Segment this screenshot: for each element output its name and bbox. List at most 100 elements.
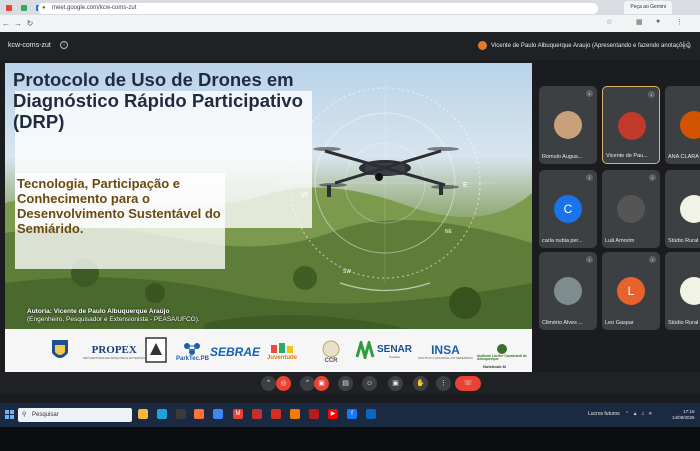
participant-name: Climério Alves ... xyxy=(542,320,583,326)
more-options-icon[interactable]: ⋮ xyxy=(436,376,451,391)
avatar xyxy=(680,111,700,139)
mic-muted-icon: • xyxy=(586,174,593,181)
juventude-mark-icon xyxy=(271,343,293,353)
extensions-icon[interactable]: ▦ xyxy=(636,18,643,26)
presenter-text: Vicente de Paulo Albuquerque Araujo (Apr… xyxy=(491,42,691,49)
notebook-brand-label: Notebook M xyxy=(483,364,506,369)
participant-tile[interactable]: • Romulo Augus... xyxy=(539,86,597,164)
participant-name: Luã Amorim xyxy=(605,238,635,244)
hud-label-e: E xyxy=(463,182,468,189)
participant-name: ANA CLARA xyxy=(668,154,699,160)
search-placeholder: Pesquisar xyxy=(32,412,59,418)
juventude-logo: Juventude xyxy=(267,335,297,369)
senar-logo: SENAR Paraíba xyxy=(377,344,413,360)
participant-tile[interactable]: L • Leo Gaspar xyxy=(602,252,660,330)
tab-active[interactable]: Peça ao Gemini xyxy=(624,1,672,14)
captions-icon[interactable]: ▤ xyxy=(338,376,353,391)
screen: NNcInsNuHaCo(45Yo(45Pe(45CliTel(1)EA Peç… xyxy=(0,0,700,451)
back-icon[interactable]: ← xyxy=(0,19,12,28)
author-role: (Engenheiro, Pesquisador e Extensionista… xyxy=(27,316,200,323)
drone-icon xyxy=(313,147,459,197)
presenter-avatar xyxy=(478,41,487,50)
profile-icon[interactable]: ● xyxy=(656,18,660,25)
presenter-indicator: Vicente de Paulo Albuquerque Araujo (Apr… xyxy=(478,41,691,50)
camera-off-icon[interactable]: ▣ xyxy=(314,376,329,391)
weather-widget[interactable]: Lucros futuros xyxy=(588,411,620,417)
participant-name: Leo Gaspar xyxy=(605,320,634,326)
app-red-icon[interactable] xyxy=(252,409,262,419)
gmail-icon[interactable]: M xyxy=(233,409,243,419)
facebook-icon[interactable]: f xyxy=(347,409,357,419)
firefox-icon[interactable] xyxy=(194,409,204,419)
present-icon[interactable]: ▣ xyxy=(388,376,403,391)
taskbar-search-input[interactable]: ⚲ Pesquisar xyxy=(18,408,132,422)
participant-tile[interactable]: • Luã Amorim xyxy=(602,170,660,248)
bookmark-star-icon[interactable]: ☆ xyxy=(606,18,612,26)
taskbar-clock[interactable]: 17:16 14/09/2025 xyxy=(672,409,695,421)
participant-name: Vicente de Pau... xyxy=(606,153,648,159)
reload-icon[interactable]: ↻ xyxy=(24,19,36,28)
raise-hand-icon[interactable]: ✋ xyxy=(413,376,428,391)
end-call-icon[interactable]: ☏ xyxy=(455,376,481,391)
sebrae-logo: SEBRAE xyxy=(210,345,261,359)
institute-mark-icon xyxy=(497,343,507,354)
seal-logo-icon xyxy=(145,337,167,363)
chrome-icon[interactable] xyxy=(213,409,223,419)
ccr-logo: CCR xyxy=(322,335,340,369)
browser-tab[interactable] xyxy=(19,2,33,13)
mic-options-icon[interactable]: ⌃ xyxy=(261,376,276,391)
clock-date: 14/09/2025 xyxy=(672,415,695,420)
app-orange-icon[interactable] xyxy=(290,409,300,419)
avatar-initial: C xyxy=(563,202,573,216)
participant-tile[interactable]: • Vicente de Pau... xyxy=(602,86,660,164)
meet-control-bar: ⌃ ◎ ⌃ ▣ ▤ ☺ ▣ ✋ ⋮ ☏ xyxy=(0,372,700,394)
avatar xyxy=(618,112,646,140)
site-info-icon[interactable]: ● xyxy=(42,3,46,14)
presentation-slide: W E SW NE Protocolo de Uso de Drones em … xyxy=(5,63,532,375)
author-name: Autoria: Vicente de Paulo Albuquerque Ar… xyxy=(27,308,170,315)
app-media-icon[interactable] xyxy=(309,409,319,419)
propex-logo: PROPEX PRÓ-REITORIA DE PESQUISA E EXTENS… xyxy=(83,343,146,360)
mic-muted-icon: • xyxy=(586,90,593,97)
camera-options-icon[interactable]: ⌃ xyxy=(300,376,315,391)
windows-start-icon[interactable] xyxy=(5,410,14,419)
hud-label-sw: SW xyxy=(343,269,351,275)
fullscreen-icon[interactable]: ⛶ xyxy=(683,40,689,51)
store-icon[interactable] xyxy=(176,409,186,419)
menu-icon[interactable]: ⋮ xyxy=(676,18,683,26)
forward-icon[interactable]: → xyxy=(12,19,24,28)
mic-off-icon[interactable]: ◎ xyxy=(276,376,291,391)
participant-name: Stúdio Rural xyxy=(668,320,699,326)
slide-title: Protocolo de Uso de Drones em Diagnóstic… xyxy=(13,69,303,132)
browser-tab[interactable] xyxy=(4,2,18,13)
parktec-mark-icon xyxy=(184,343,201,355)
edge-icon[interactable] xyxy=(157,409,167,419)
sponsor-logo-strip: PROPEX PRÓ-REITORIA DE PESQUISA E EXTENS… xyxy=(5,329,532,375)
youtube-icon[interactable]: ▶ xyxy=(328,409,338,419)
meet-top-bar: kcw-coms-zut i Vicente de Paulo Albuquer… xyxy=(0,32,700,60)
tab-favicon-icon xyxy=(6,4,12,11)
avatar xyxy=(617,195,645,223)
app-pdf-icon[interactable] xyxy=(271,409,281,419)
mic-muted-icon: • xyxy=(649,174,656,181)
parktec-logo: ParkTec.PB xyxy=(176,335,209,369)
slide-subtitle: Tecnologia, Participação e Conhecimento … xyxy=(17,176,221,236)
system-tray[interactable]: ⌃ ▲ ♫ ☀ xyxy=(625,411,654,417)
avatar xyxy=(554,111,582,139)
app-blue-icon[interactable] xyxy=(366,409,376,419)
address-bar[interactable]: ● meet.google.com/kcw-coms-zut xyxy=(38,3,598,14)
participant-tile[interactable]: •Stúdio Rural xyxy=(665,170,700,248)
browser-toolbar: ← → ↻ xyxy=(0,15,700,32)
file-explorer-icon[interactable] xyxy=(138,409,148,419)
participant-tile[interactable]: •Stúdio Rural xyxy=(665,252,700,330)
participant-tile[interactable]: • Climério Alves ... xyxy=(539,252,597,330)
participant-tile[interactable]: •ANA CLARA xyxy=(665,86,700,164)
avatar xyxy=(680,277,700,305)
avatar: C xyxy=(554,195,582,223)
url-text: meet.google.com/kcw-coms-zut xyxy=(52,5,137,11)
emoji-icon[interactable]: ☺ xyxy=(362,376,377,391)
search-icon: ⚲ xyxy=(22,412,27,418)
meeting-info-icon[interactable]: i xyxy=(60,41,68,49)
participant-name: Stúdio Rural xyxy=(668,238,699,244)
participant-tile[interactable]: C • carla nubia per... xyxy=(539,170,597,248)
